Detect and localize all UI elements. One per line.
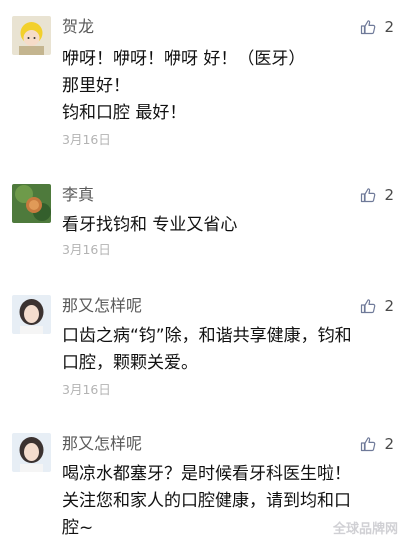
like-button[interactable]: 2 xyxy=(360,16,394,38)
comment-text: 咿呀！咿呀！咿呀 好！（医牙） 那里好！ 钧和口腔 最好！ xyxy=(62,46,392,127)
like-count: 2 xyxy=(384,18,394,36)
comment-date: 3月16日 xyxy=(62,132,111,147)
comment-line: 那里好！ xyxy=(62,76,130,96)
comment-username[interactable]: 那又怎样呢 xyxy=(62,295,142,317)
comment-text: 口齿之病“钧”除，和谐共享健康，钧和 口腔，颗颗关爱。 xyxy=(62,323,392,377)
like-count: 2 xyxy=(384,435,394,453)
comment-line: 喝凉水都塞牙？是时候看牙科医生啦！ xyxy=(62,464,351,484)
comment-line: 口齿之病“钧”除，和谐共享健康，钧和 xyxy=(62,326,352,346)
like-button[interactable]: 2 xyxy=(360,295,394,317)
avatar[interactable] xyxy=(12,295,51,334)
comment-date: 3月16日 xyxy=(62,242,111,257)
comment-username[interactable]: 李真 xyxy=(62,184,94,206)
comment-line: 看牙找钧和 专业又省心 xyxy=(62,215,238,235)
comment-username[interactable]: 那又怎样呢 xyxy=(62,433,142,455)
like-count: 2 xyxy=(384,297,394,315)
like-button[interactable]: 2 xyxy=(360,184,394,206)
comment-username[interactable]: 贺龙 xyxy=(62,16,94,38)
watermark: 全球品牌网 xyxy=(332,522,398,537)
comment-line: 关注您和家人的口腔健康，请到均和口 xyxy=(62,491,351,511)
comment-text: 看牙找钧和 专业又省心 xyxy=(62,212,392,239)
avatar[interactable] xyxy=(12,184,51,223)
like-button[interactable]: 2 xyxy=(360,433,394,455)
comment-line: 钧和口腔 最好！ xyxy=(62,103,187,123)
comment-line: 咿呀！咿呀！咿呀 好！（医牙） xyxy=(62,49,306,69)
like-count: 2 xyxy=(384,186,394,204)
thumbs-up-icon xyxy=(361,437,376,452)
comment-line: 口腔，颗颗关爱。 xyxy=(62,353,198,373)
thumbs-up-icon xyxy=(361,188,376,203)
avatar[interactable] xyxy=(12,16,51,55)
thumbs-up-icon xyxy=(361,20,376,35)
comment-date: 3月16日 xyxy=(62,382,111,397)
avatar[interactable] xyxy=(12,433,51,472)
thumbs-up-icon xyxy=(361,299,376,314)
